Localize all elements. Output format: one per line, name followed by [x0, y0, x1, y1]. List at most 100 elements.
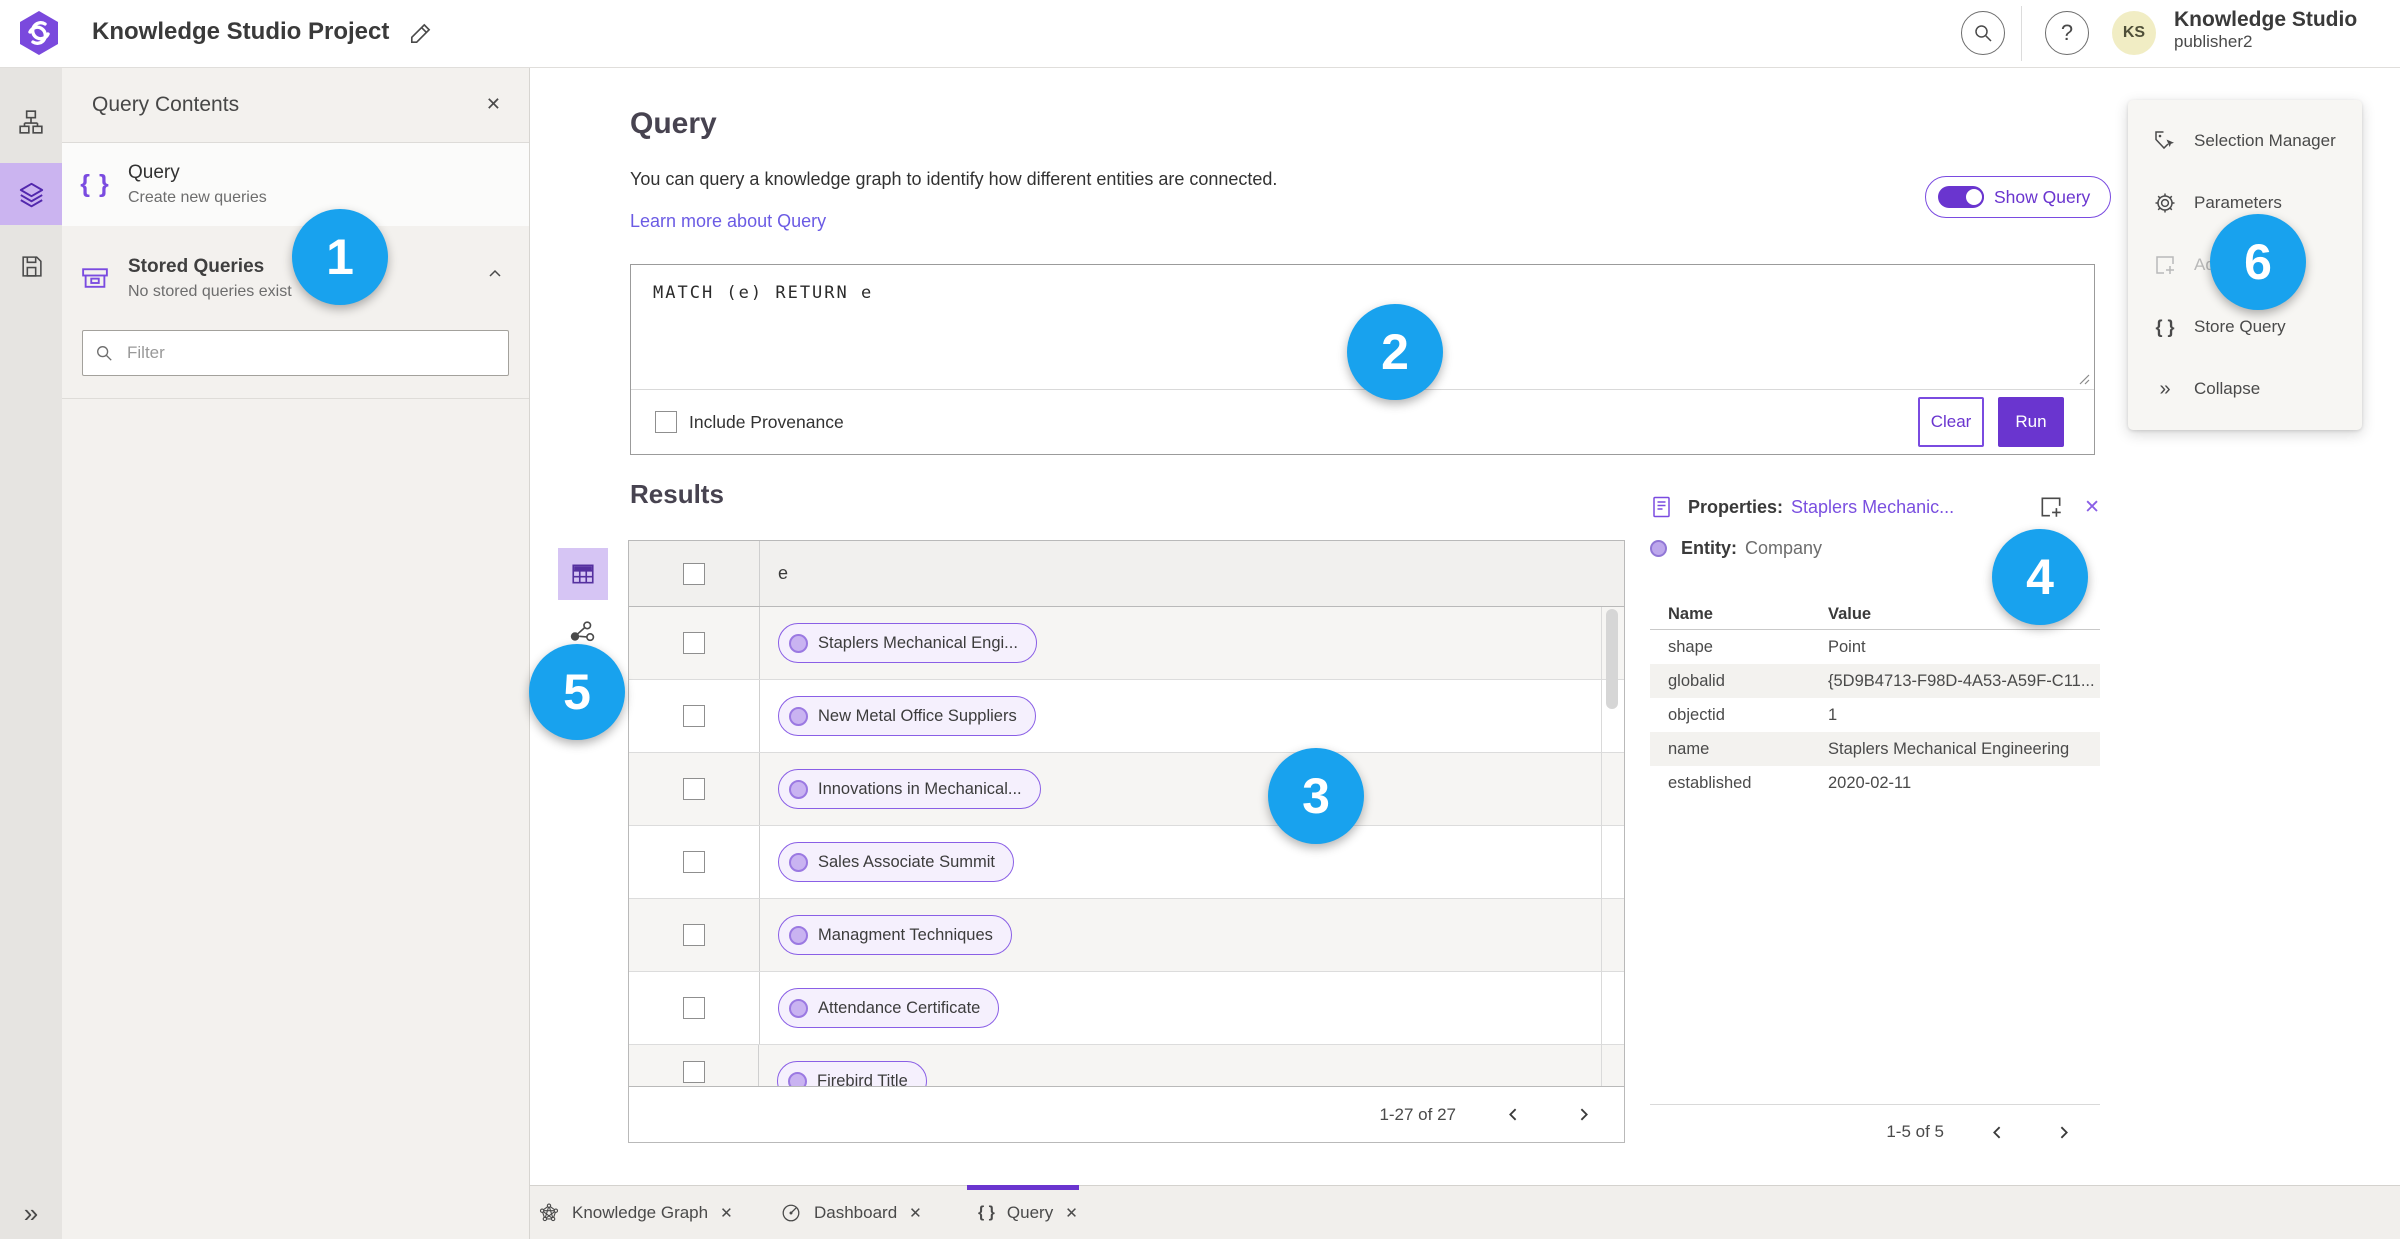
- entity-label: Entity:: [1681, 538, 1737, 558]
- add-to-map-button[interactable]: [2038, 494, 2064, 520]
- row-checkbox[interactable]: [683, 705, 705, 727]
- property-name: name: [1668, 739, 1710, 758]
- user-avatar[interactable]: KS: [2112, 11, 2156, 55]
- show-query-label: Show Query: [1994, 186, 2091, 207]
- results-scrollbar-track[interactable]: [1601, 607, 1624, 1086]
- tab-dashboard[interactable]: Dashboard ✕: [780, 1186, 922, 1239]
- double-chevron-icon: »: [2159, 377, 2171, 400]
- column-header-e: e: [778, 563, 789, 583]
- entity-pill[interactable]: Innovations in Mechanical...: [778, 769, 1041, 809]
- learn-more-link[interactable]: Learn more about Query: [630, 211, 826, 232]
- entity-dot-icon: [789, 633, 808, 653]
- row-checkbox[interactable]: [683, 851, 705, 873]
- search-icon: [95, 344, 113, 362]
- save-rail-button[interactable]: [0, 235, 62, 297]
- tab-close-icon[interactable]: ✕: [1065, 1204, 1078, 1222]
- entity-pill[interactable]: Staplers Mechanical Engi...: [778, 623, 1037, 663]
- entity-pill[interactable]: Managment Techniques: [778, 915, 1012, 955]
- query-item[interactable]: { } Query Create new queries: [62, 143, 529, 226]
- resize-handle-icon[interactable]: [2078, 373, 2090, 385]
- data-model-rail-button[interactable]: [0, 91, 62, 153]
- panel-divider: [62, 398, 529, 399]
- layers-rail-button[interactable]: [0, 163, 62, 225]
- help-button[interactable]: ?: [2045, 11, 2089, 55]
- entity-pill[interactable]: Firebird Title: [777, 1061, 927, 1086]
- entity-dot-icon: [1650, 540, 1667, 557]
- property-value: 1: [1828, 705, 1838, 724]
- dashboard-icon: [780, 1202, 802, 1224]
- query-item-label: Query: [128, 162, 180, 183]
- close-panel-icon[interactable]: ✕: [486, 94, 501, 115]
- table-row: Managment Techniques: [629, 899, 1624, 972]
- main-content: Query You can query a knowledge graph to…: [530, 67, 2400, 1186]
- properties-selection-link[interactable]: Staplers Mechanic...: [1791, 497, 1954, 518]
- entity-pill[interactable]: Attendance Certificate: [778, 988, 1000, 1028]
- hierarchy-icon: [18, 109, 44, 135]
- tab-query[interactable]: { } Query ✕: [978, 1186, 1078, 1239]
- collapse-item[interactable]: » Collapse: [2128, 358, 2362, 420]
- row-checkbox[interactable]: [683, 778, 705, 800]
- search-icon: [1973, 23, 1993, 43]
- filter-input[interactable]: [125, 342, 496, 364]
- property-row: globalid {5D9B4713-F98D-4A53-A59F-C11...: [1650, 664, 2100, 698]
- bottom-tab-bar: Knowledge Graph ✕ Dashboard ✕ { } Query …: [530, 1185, 2400, 1239]
- run-button[interactable]: Run: [1998, 397, 2064, 447]
- entity-dot-icon: [789, 925, 808, 945]
- left-rail: »: [0, 67, 62, 1239]
- results-page-range: 1-27 of 27: [1379, 1104, 1456, 1124]
- collapse-section-icon[interactable]: [487, 266, 503, 282]
- col-name-header: Name: [1668, 604, 1713, 623]
- user-menu[interactable]: Knowledge Studio publisher2: [2174, 8, 2357, 52]
- show-query-toggle[interactable]: Show Query: [1925, 176, 2112, 218]
- query-item-description: Create new queries: [128, 189, 267, 206]
- annotation-badge-3: 3: [1268, 748, 1364, 844]
- properties-table: Name Value shape Point globalid {5D9B471…: [1650, 599, 2100, 800]
- entity-dot-icon: [789, 998, 808, 1018]
- filter-field: [82, 330, 509, 376]
- entity-pill[interactable]: New Metal Office Suppliers: [778, 696, 1036, 736]
- table-row: New Metal Office Suppliers: [629, 680, 1624, 753]
- property-name: shape: [1668, 637, 1713, 656]
- curly-braces-icon: { }: [80, 170, 110, 198]
- table-row: Sales Associate Summit: [629, 826, 1624, 899]
- next-page-button[interactable]: [1570, 1102, 1596, 1128]
- results-pagination: 1-27 of 27: [629, 1086, 1624, 1142]
- row-checkbox[interactable]: [682, 1061, 705, 1083]
- tab-close-icon[interactable]: ✕: [909, 1204, 922, 1222]
- property-name: established: [1668, 773, 1752, 792]
- entity-pill[interactable]: Sales Associate Summit: [778, 842, 1014, 882]
- next-page-button[interactable]: [2050, 1119, 2076, 1145]
- col-value-header: Value: [1828, 604, 1872, 623]
- include-provenance-checkbox[interactable]: [655, 411, 677, 433]
- results-table-header: e: [629, 541, 1624, 607]
- expand-rail-button[interactable]: »: [0, 1198, 62, 1229]
- row-checkbox[interactable]: [683, 997, 705, 1019]
- select-all-checkbox[interactable]: [683, 562, 705, 585]
- properties-pagination: 1-5 of 5: [1650, 1104, 2100, 1145]
- entity-dot-icon: [789, 706, 808, 726]
- tab-label: Knowledge Graph: [572, 1202, 709, 1222]
- prev-page-button[interactable]: [1500, 1102, 1526, 1128]
- annotation-badge-4: 4: [1992, 529, 2088, 625]
- panel-title: Query Contents: [92, 92, 240, 116]
- table-row: Staplers Mechanical Engi...: [629, 607, 1624, 680]
- property-name: objectid: [1668, 705, 1725, 724]
- table-view-button[interactable]: [558, 548, 608, 600]
- tab-close-icon[interactable]: ✕: [720, 1204, 733, 1222]
- annotation-badge-2: 2: [1347, 304, 1443, 400]
- property-row: established 2020-02-11: [1650, 766, 2100, 800]
- prev-page-button[interactable]: [1984, 1119, 2010, 1145]
- edit-title-icon[interactable]: [408, 20, 434, 46]
- results-scrollbar-thumb[interactable]: [1606, 609, 1618, 709]
- row-checkbox[interactable]: [683, 632, 705, 654]
- selection-manager-item[interactable]: Selection Manager: [2128, 110, 2362, 172]
- close-properties-icon[interactable]: ✕: [2084, 496, 2100, 519]
- property-row: shape Point: [1650, 630, 2100, 664]
- row-checkbox[interactable]: [683, 924, 705, 946]
- entity-pill-label: Firebird Title: [817, 1071, 908, 1087]
- search-button[interactable]: [1961, 11, 2005, 55]
- curly-braces-icon: { }: [2155, 316, 2175, 337]
- clear-button[interactable]: Clear: [1918, 397, 1984, 447]
- tab-knowledge-graph[interactable]: Knowledge Graph ✕: [538, 1186, 733, 1239]
- layers-icon: [18, 181, 45, 208]
